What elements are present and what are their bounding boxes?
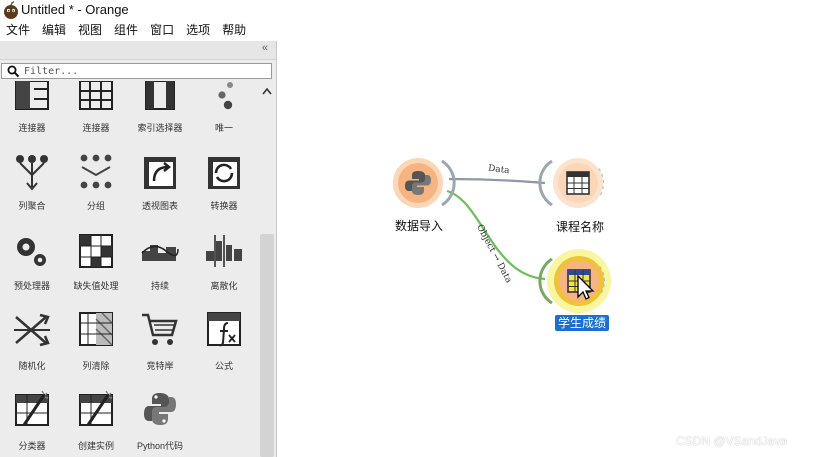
widget-label: 列清除 <box>82 361 110 371</box>
widget-label: 分组 <box>86 201 105 211</box>
preprocess-icon <box>17 238 46 266</box>
impute-icon <box>79 234 113 268</box>
randomize-icon <box>14 313 50 347</box>
widget-tile[interactable]: 缺失值处理 <box>64 229 128 309</box>
scroll-thumb[interactable] <box>260 234 274 457</box>
widget-tile[interactable]: 预处理器 <box>0 229 64 309</box>
filter-input[interactable] <box>24 64 264 78</box>
node-data-import[interactable] <box>392 158 456 208</box>
scroll-up-icon[interactable] <box>262 87 272 95</box>
group-by-icon <box>80 154 112 189</box>
widget-label: 竞特岸 <box>146 361 174 371</box>
menu-help[interactable]: 帮助 <box>216 21 252 40</box>
node-course-names[interactable] <box>538 158 605 208</box>
widget-label: Python代码 <box>136 441 184 451</box>
window-title: Untitled * - Orange <box>21 2 129 17</box>
purge-domain-icon <box>79 312 113 346</box>
widget-tile[interactable]: 透视图表 <box>128 149 192 229</box>
node-label-selected[interactable]: 学生成绩 <box>555 315 610 331</box>
widget-tile[interactable]: 公式 <box>192 309 256 389</box>
menu-options[interactable]: 选项 <box>180 21 216 40</box>
menu-window[interactable]: 窗口 <box>144 21 180 40</box>
widget-label: 持续 <box>150 281 169 291</box>
widget-tile[interactable]: 离散化 <box>192 229 256 309</box>
widget-label: 转换器 <box>210 201 238 211</box>
widget-label: 预处理器 <box>13 281 50 291</box>
toolbox-scrollbar[interactable] <box>259 81 275 457</box>
menu-file[interactable]: 文件 <box>0 21 36 40</box>
widget-label: 缺失值处理 <box>73 281 119 291</box>
widget-tile[interactable]: 列清除 <box>64 309 128 389</box>
create-instance-icon <box>79 390 113 426</box>
widget-label: 分类器 <box>18 441 46 451</box>
node-label: 数据导入 <box>395 219 444 233</box>
widget-tile[interactable]: 连接器 <box>0 81 64 149</box>
continuize-icon <box>141 245 179 261</box>
node-student-scores[interactable] <box>538 249 611 313</box>
python-icon <box>144 393 176 425</box>
widget-tile[interactable]: 持续 <box>128 229 192 309</box>
widget-grid: 连接器 连接器 索引选择器 唯一 列聚合 分组 透视图表 转换器 预处理器 缺失… <box>0 81 258 457</box>
node-label: 课程名称 <box>556 220 605 234</box>
widget-label: 连接器 <box>18 123 46 133</box>
widget-tile[interactable]: 索引选择器 <box>128 81 192 149</box>
widget-label: 随机化 <box>18 361 46 371</box>
widget-label: 透视图表 <box>141 201 178 211</box>
widget-label: 索引选择器 <box>137 123 183 133</box>
menu-bar: 文件 编辑 视图 组件 窗口 选项 帮助 <box>0 21 816 40</box>
widget-tile[interactable]: 连接器 <box>64 81 128 149</box>
cart-icon <box>142 313 178 345</box>
filter-box <box>1 63 272 79</box>
select-rows-icon <box>145 81 175 110</box>
discretize-icon <box>206 235 242 267</box>
widget-tile[interactable]: Python代码 <box>128 387 192 457</box>
widget-tile[interactable]: 分组 <box>64 149 128 229</box>
pivot-icon <box>144 157 176 189</box>
widget-tile[interactable]: 唯一 <box>192 81 256 149</box>
widget-tile[interactable]: 竞特岸 <box>128 309 192 389</box>
widget-tile[interactable]: 列聚合 <box>0 149 64 229</box>
widget-tile[interactable]: 随机化 <box>0 309 64 389</box>
orange-app-icon <box>4 1 18 19</box>
widget-tile[interactable]: 创建实例 <box>64 387 128 457</box>
menu-view[interactable]: 视图 <box>72 21 108 40</box>
widget-tile[interactable]: 转换器 <box>192 149 256 229</box>
widget-label: 连接器 <box>82 123 110 133</box>
merge-icon <box>15 81 49 110</box>
widget-label: 公式 <box>214 361 233 371</box>
menu-edit[interactable]: 编辑 <box>36 21 72 40</box>
create-class-icon <box>15 390 49 426</box>
title-bar: Untitled * - Orange <box>0 0 816 20</box>
transpose-icon <box>208 157 240 189</box>
unique-icon <box>218 82 233 110</box>
widget-tile[interactable]: 分类器 <box>0 387 64 457</box>
toolbox-header: « <box>0 41 276 60</box>
search-icon <box>7 65 20 78</box>
widget-label: 列聚合 <box>18 201 46 211</box>
widget-label: 离散化 <box>210 281 238 291</box>
widget-label: 唯一 <box>214 123 233 133</box>
workflow-canvas[interactable]: 数据导入 课程名称 学生成绩 Data Object → Data <box>277 41 816 457</box>
link-data <box>448 177 546 185</box>
canvas-drawing <box>392 158 611 313</box>
concat-icon <box>79 81 113 110</box>
collapse-panel-button[interactable]: « <box>262 42 268 54</box>
menu-widget[interactable]: 组件 <box>108 21 144 40</box>
widget-toolbox: « 连接器 连接器 <box>0 41 277 457</box>
widget-label: 创建实例 <box>77 441 114 451</box>
watermark: CSDN @VSandJava <box>676 434 787 448</box>
aggregate-columns-icon <box>16 155 48 191</box>
formula-icon <box>207 312 241 347</box>
